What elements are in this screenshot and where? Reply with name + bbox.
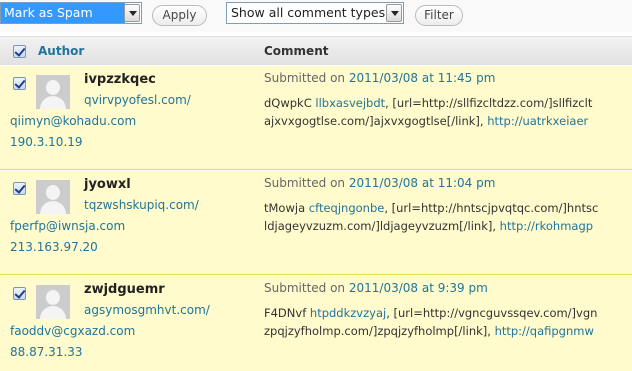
row-checkbox[interactable]	[13, 182, 26, 195]
avatar	[36, 285, 70, 319]
comment-text: , [url=http://vgncguvssqev.com/]vgn	[386, 306, 598, 320]
comment-link[interactable]: htpddkzvzyaj	[310, 306, 386, 320]
table-row: zwjdguemr agsymosgmhvt.com/ faoddv@cgxaz…	[0, 276, 632, 371]
author-ip-link[interactable]: 213.163.97.20	[10, 240, 98, 254]
submitted-info: Submitted on 2011/03/08 at 9:39 pm	[264, 281, 488, 295]
table-row: ivpzzkqec qvirvpyofesl.com/ qiimyn@kohad…	[0, 66, 632, 170]
comment-text: tMowja	[264, 201, 309, 215]
avatar	[36, 75, 70, 109]
column-header-author[interactable]: Author	[38, 44, 84, 58]
chevron-down-icon[interactable]	[386, 4, 402, 22]
table-header: Author Comment	[0, 36, 632, 65]
apply-button[interactable]: Apply	[152, 5, 207, 26]
row-checkbox[interactable]	[13, 287, 26, 300]
comment-date-link[interactable]: 2011/03/08 at 11:45 pm	[349, 71, 496, 85]
author-url-link[interactable]: tqzwshskupiq.com/	[84, 198, 199, 212]
comment-link[interactable]: http://rkohmagp	[500, 219, 593, 233]
author-ip-link[interactable]: 88.87.31.33	[10, 345, 83, 359]
avatar	[36, 180, 70, 214]
comment-text-line: F4DNvf htpddkzvzyaj, [url=http://vgncguv…	[264, 306, 597, 320]
comment-type-selected: Show all comment types	[231, 5, 386, 20]
bulk-actions-toolbar: Mark as Spam Apply Show all comment type…	[0, 0, 632, 32]
bulk-action-selected: Mark as Spam	[1, 3, 125, 23]
author-email-link[interactable]: fperfp@iwnsja.com	[10, 219, 125, 233]
bulk-action-select[interactable]: Mark as Spam	[0, 2, 142, 24]
author-email-link[interactable]: qiimyn@kohadu.com	[10, 114, 136, 128]
comment-date-link[interactable]: 2011/03/08 at 9:39 pm	[349, 281, 488, 295]
comment-text-line: tMowja cfteqjngonbe, [url=http://hntscjp…	[264, 201, 598, 215]
comment-text: F4DNvf	[264, 306, 310, 320]
comment-link[interactable]: llbxasvejbdt	[315, 96, 385, 110]
comment-text: , [url=http://sllfizcltdzz.com/]sllfizcl…	[385, 96, 593, 110]
chevron-down-icon[interactable]	[124, 4, 140, 22]
comment-text-line: ldjageyvzuzm.com/]ldjageyvzuzm[/link], h…	[264, 219, 593, 233]
select-all-checkbox[interactable]	[13, 45, 26, 58]
comment-link[interactable]: http://uatrkxeiaer	[487, 114, 588, 128]
author-url-link[interactable]: agsymosgmhvt.com/	[84, 303, 210, 317]
row-checkbox[interactable]	[13, 77, 26, 90]
author-name: ivpzzkqec	[84, 72, 156, 87]
column-header-comment: Comment	[264, 44, 329, 58]
author-name: jyowxl	[84, 177, 131, 192]
comment-text-line: dQwpkC llbxasvejbdt, [url=http://sllfizc…	[264, 96, 592, 110]
comment-text: zpqjzyfholmp.com/]zpqjzyfholmp[/link],	[264, 324, 495, 338]
comment-text-line: zpqjzyfholmp.com/]zpqjzyfholmp[/link], h…	[264, 324, 594, 338]
comment-link[interactable]: cfteqjngonbe	[309, 201, 385, 215]
submitted-label: Submitted on	[264, 176, 349, 190]
filter-button[interactable]: Filter	[415, 5, 463, 26]
comment-text-line: ajxvxgogtlse.com/]ajxvxgogtlse[/link], h…	[264, 114, 588, 128]
author-url-link[interactable]: qvirvpyofesl.com/	[84, 93, 191, 107]
author-name: zwjdguemr	[84, 282, 165, 297]
comment-date-link[interactable]: 2011/03/08 at 11:04 pm	[349, 176, 496, 190]
comment-text: ldjageyvzuzm.com/]ldjageyvzuzm[/link],	[264, 219, 500, 233]
comment-type-select[interactable]: Show all comment types	[226, 2, 404, 24]
author-ip-link[interactable]: 190.3.10.19	[10, 135, 83, 149]
comment-text: , [url=http://hntscjpvqtqc.com/]hntsc	[384, 201, 599, 215]
comment-text: ajxvxgogtlse.com/]ajxvxgogtlse[/link],	[264, 114, 488, 128]
author-email-link[interactable]: faoddv@cgxazd.com	[10, 324, 135, 338]
comment-text: dQwpkC	[264, 96, 316, 110]
submitted-info: Submitted on 2011/03/08 at 11:04 pm	[264, 176, 495, 190]
table-row: jyowxl tqzwshskupiq.com/ fperfp@iwnsja.c…	[0, 171, 632, 275]
submitted-label: Submitted on	[264, 281, 349, 295]
submitted-info: Submitted on 2011/03/08 at 11:45 pm	[264, 71, 495, 85]
comment-link[interactable]: http://qafipgnmw	[495, 324, 594, 338]
submitted-label: Submitted on	[264, 71, 349, 85]
